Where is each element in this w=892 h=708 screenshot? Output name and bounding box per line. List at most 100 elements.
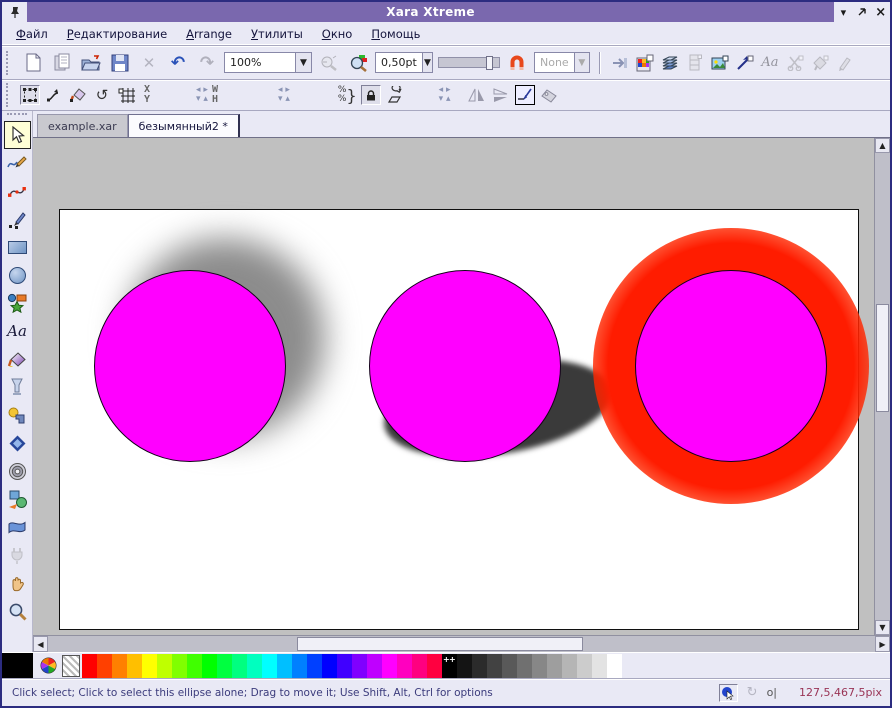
palette-swatch[interactable]	[352, 654, 367, 678]
palette-swatch[interactable]: ++	[442, 654, 457, 678]
menu-edit[interactable]: Редактирование	[67, 27, 167, 41]
marquee-select-button[interactable]	[20, 85, 40, 105]
palette-swatch[interactable]	[607, 654, 622, 678]
scroll-up-button[interactable]: ▲	[875, 138, 890, 153]
tool-bevel[interactable]	[4, 429, 31, 457]
flip-vertical-button[interactable]	[491, 85, 511, 105]
palette-swatch[interactable]	[262, 654, 277, 678]
tool-pen[interactable]	[4, 205, 31, 233]
chevron-down-icon[interactable]: ▼	[422, 53, 432, 72]
tool-shape-editor[interactable]	[4, 177, 31, 205]
bitmap-gallery-button[interactable]	[710, 53, 730, 73]
tool-live-effects[interactable]	[4, 541, 31, 569]
close-button[interactable]: ×	[873, 5, 888, 20]
tool-push[interactable]	[4, 569, 31, 597]
palette-swatch[interactable]	[517, 654, 532, 678]
palette-swatch[interactable]	[487, 654, 502, 678]
palette-swatch[interactable]	[187, 654, 202, 678]
nudge-size-buttons[interactable]: ◂ ▸▾ ▴	[278, 86, 290, 104]
maximize-button[interactable]	[854, 5, 869, 20]
palette-swatch[interactable]	[457, 654, 472, 678]
layer-gallery-button[interactable]	[660, 53, 680, 73]
zoom-combo[interactable]: 100% ▼	[224, 52, 312, 73]
save-button[interactable]	[108, 51, 132, 75]
effects-gallery-button[interactable]	[835, 53, 855, 73]
skew-button[interactable]	[385, 85, 405, 105]
tool-fill[interactable]	[4, 345, 31, 373]
pin-button[interactable]	[2, 2, 27, 22]
tool-text[interactable]: Aa	[4, 317, 31, 345]
snap-indicator-button[interactable]	[719, 684, 738, 702]
palette-swatch[interactable]	[367, 654, 382, 678]
menu-arrange[interactable]: Arrange	[186, 27, 232, 41]
line-width-combo[interactable]: 0,50pt ▼	[375, 52, 433, 73]
palette-swatch[interactable]	[232, 654, 247, 678]
feather-slider-thumb[interactable]	[486, 56, 493, 70]
palette-swatch[interactable]	[472, 654, 487, 678]
import-button[interactable]	[610, 53, 630, 73]
palette-swatch[interactable]	[577, 654, 592, 678]
menu-window[interactable]: Окно	[322, 27, 353, 41]
ellipse-object-1[interactable]	[94, 270, 286, 462]
palette-swatch[interactable]	[97, 654, 112, 678]
frame-gallery-button[interactable]	[685, 53, 705, 73]
tool-transparency[interactable]	[4, 373, 31, 401]
color-editor-button[interactable]	[36, 654, 60, 678]
menu-help[interactable]: Помощь	[371, 27, 420, 41]
palette-swatch[interactable]	[502, 654, 517, 678]
palette-swatch[interactable]	[127, 654, 142, 678]
transform-arrow-button[interactable]	[515, 85, 535, 105]
tool-quickshape[interactable]	[4, 289, 31, 317]
horizontal-scrollbar[interactable]: ◀ ▶	[33, 635, 890, 652]
zoom-drag-button[interactable]	[346, 51, 370, 75]
scroll-right-button[interactable]: ▶	[875, 636, 890, 652]
palette-swatch[interactable]	[562, 654, 577, 678]
palette-swatch[interactable]	[547, 654, 562, 678]
drag-curve-button[interactable]	[44, 85, 64, 105]
menu-utilities[interactable]: Утилиты	[251, 27, 303, 41]
toolbar-drag-handle[interactable]	[6, 51, 13, 75]
toolbar-drag-handle[interactable]	[6, 83, 13, 107]
palette-swatch[interactable]	[247, 654, 262, 678]
tab-untitled2[interactable]: безымянный2 *	[128, 114, 240, 137]
palette-swatch[interactable]	[112, 654, 127, 678]
page[interactable]	[59, 209, 859, 630]
tool-shadow[interactable]	[4, 401, 31, 429]
undo-button[interactable]: ↶	[166, 51, 190, 75]
tool-rectangle[interactable]	[4, 233, 31, 261]
palette-swatch[interactable]	[322, 654, 337, 678]
palette-swatch[interactable]	[277, 654, 292, 678]
scroll-down-button[interactable]: ▼	[875, 620, 890, 635]
snap-magnet-button[interactable]	[505, 51, 529, 75]
palette-swatch[interactable]	[202, 654, 217, 678]
palette-swatch[interactable]	[382, 654, 397, 678]
palette-swatch[interactable]	[217, 654, 232, 678]
nudge-rotate-buttons[interactable]: ◂ ▸▾ ▴	[439, 86, 451, 104]
clipart-gallery-button[interactable]	[785, 53, 805, 73]
palette-swatch[interactable]	[172, 654, 187, 678]
copy-document-button[interactable]	[50, 51, 74, 75]
chevron-down-icon[interactable]: ▼	[295, 53, 311, 72]
lock-aspect-button[interactable]	[361, 85, 381, 105]
palette-swatch[interactable]	[412, 654, 427, 678]
toolbox-drag-handle[interactable]	[7, 113, 27, 119]
redo-button[interactable]: ↷	[195, 51, 219, 75]
nudge-x-buttons[interactable]: ◂ ▸▾ ▴	[196, 86, 208, 104]
palette-swatch[interactable]	[82, 654, 97, 678]
tool-blend[interactable]	[4, 485, 31, 513]
vertical-scroll-thumb[interactable]	[876, 304, 889, 412]
shade-button[interactable]: ▾	[836, 5, 851, 20]
tool-freehand[interactable]	[4, 149, 31, 177]
new-document-button[interactable]	[21, 51, 45, 75]
tool-zoom[interactable]	[4, 597, 31, 625]
color-gallery-button[interactable]	[635, 53, 655, 73]
palette-swatch[interactable]	[292, 654, 307, 678]
grid-position-button[interactable]	[116, 83, 140, 107]
tool-selector[interactable]	[4, 121, 31, 149]
no-color-swatch[interactable]	[62, 655, 80, 677]
delete-button[interactable]: ✕	[137, 51, 161, 75]
previous-zoom-button[interactable]	[317, 51, 341, 75]
vertical-scrollbar[interactable]: ▲ ▼	[874, 138, 890, 635]
feather-combo[interactable]: None ▼	[534, 52, 590, 73]
feather-slider[interactable]	[438, 57, 500, 68]
